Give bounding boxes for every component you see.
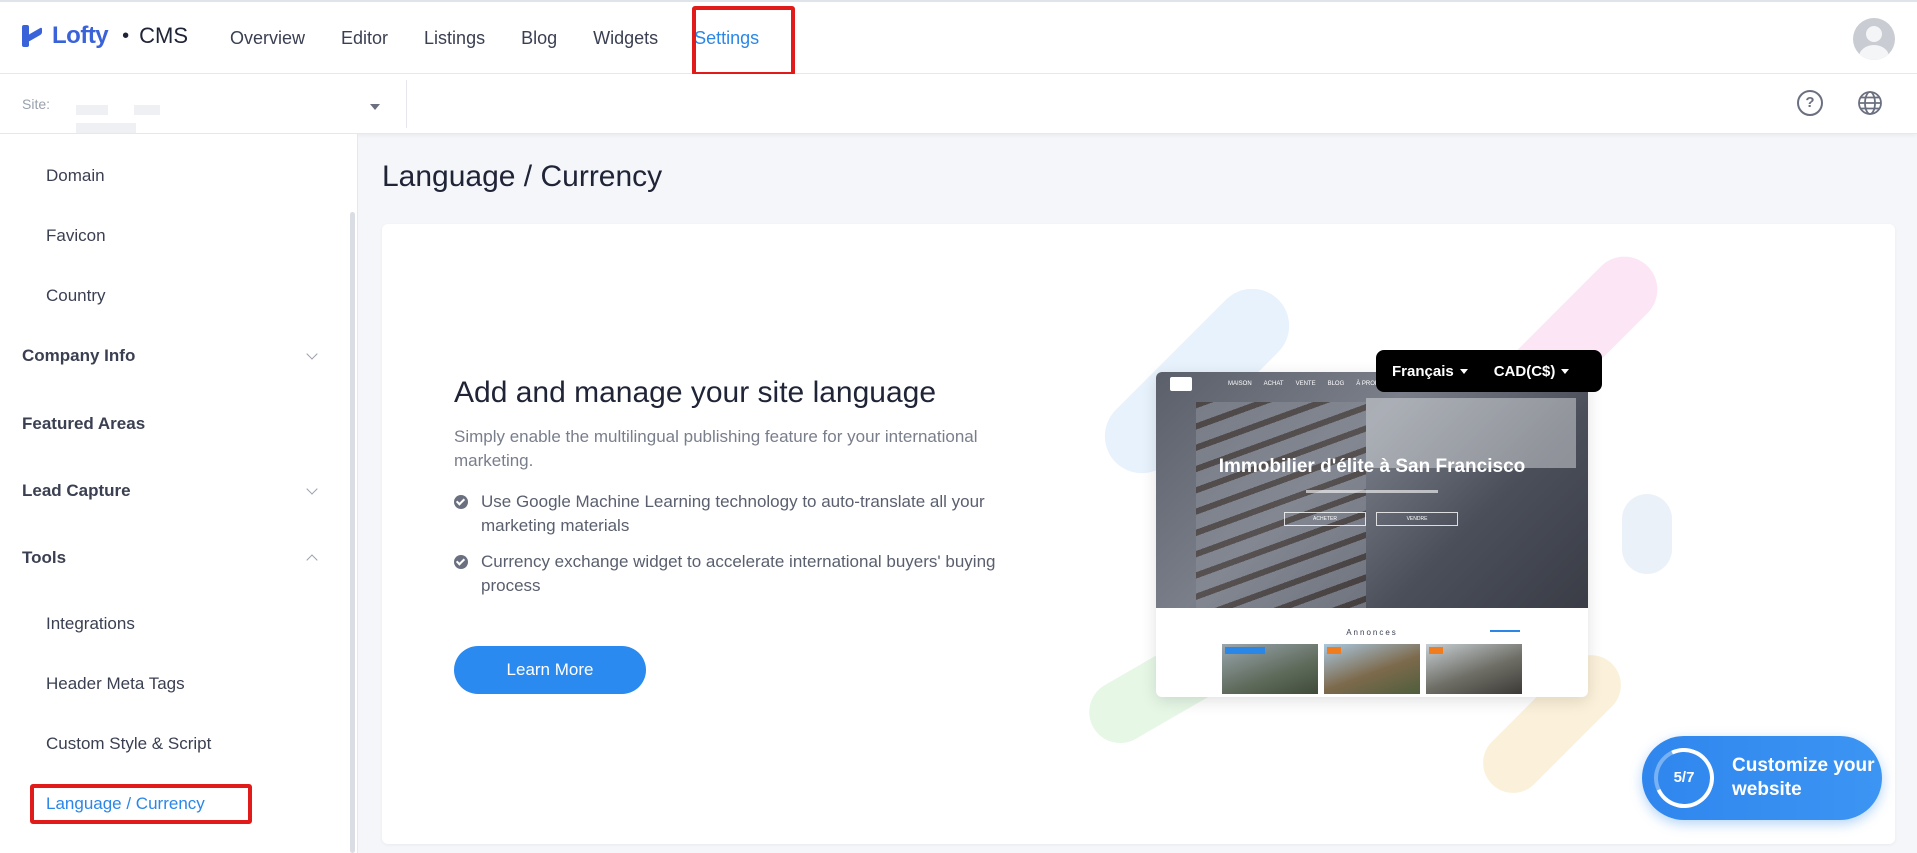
sidebar-item-domain[interactable]: Domain [46, 166, 105, 186]
learn-more-button[interactable]: Learn More [454, 646, 646, 694]
brand-name: Lofty [52, 22, 109, 49]
listing-tag [1429, 647, 1443, 654]
globe-icon[interactable] [1857, 90, 1883, 116]
language-currency-switcher: Français CAD(C$) [1376, 350, 1602, 392]
listing-tag [1327, 647, 1341, 654]
divider [406, 80, 407, 128]
customize-website-widget[interactable]: 5/7 Customize your website [1642, 736, 1882, 820]
site-select[interactable] [76, 102, 266, 133]
lofty-logo-icon [22, 23, 46, 49]
sidebar-item-custom-style-script[interactable]: Custom Style & Script [46, 734, 211, 754]
sidebar-item-integrations[interactable]: Integrations [46, 614, 135, 634]
currency-value: CAD(C$) [1493, 362, 1556, 380]
feature-bullet: Currency exchange widget to accelerate i… [454, 550, 1034, 598]
preview-nav-item: BLOG [1327, 381, 1345, 387]
widget-label: Customize your website [1732, 755, 1875, 800]
chevron-down-icon[interactable] [306, 483, 318, 495]
preview-buy-button: ACHETER [1284, 512, 1366, 526]
sidebar-group-company-info[interactable]: Company Info [22, 346, 135, 366]
progress-count: 5/7 [1673, 769, 1695, 786]
caret-down-icon [1459, 368, 1468, 374]
help-icon[interactable]: ? [1797, 90, 1823, 116]
nav-editor[interactable]: Editor [341, 28, 388, 49]
language-select: Français [1392, 363, 1468, 380]
sidebar-group-lead-capture[interactable]: Lead Capture [22, 481, 131, 501]
avatar[interactable] [1853, 18, 1895, 60]
check-circle-icon [454, 555, 468, 569]
chevron-up-icon[interactable] [306, 554, 318, 566]
sidebar-item-country[interactable]: Country [46, 286, 106, 306]
language-value: Français [1392, 362, 1454, 380]
sidebar-group-featured-areas[interactable]: Featured Areas [22, 414, 145, 434]
site-label: Site: [22, 96, 51, 112]
page-title: Language / Currency [382, 160, 663, 193]
nav-listings[interactable]: Listings [424, 28, 485, 49]
listing-photo [1324, 644, 1420, 694]
feature-bullet: Use Google Machine Learning technology t… [454, 490, 1034, 538]
caret-down-icon [1561, 368, 1570, 374]
settings-sidebar: Domain Favicon Country Company Info Feat… [0, 134, 358, 853]
listing-photo [1426, 644, 1522, 694]
bullet-text: Currency exchange widget to accelerate i… [481, 552, 996, 595]
preview-logo [1170, 377, 1192, 391]
nav-overview[interactable]: Overview [230, 28, 305, 49]
preview-nav-item: ACHAT [1263, 381, 1284, 387]
nav-blog[interactable]: Blog [521, 28, 557, 49]
decorative-shape [1622, 494, 1672, 574]
preview-link [1490, 630, 1520, 632]
check-circle-icon [454, 495, 468, 509]
card-heading: Add and manage your site language [454, 376, 937, 409]
preview-nav-item: VENTE [1295, 381, 1316, 387]
preview-hero-subtitle [1306, 490, 1438, 493]
card-description: Simply enable the multilingual publishin… [454, 427, 978, 470]
listing-photo [1222, 644, 1318, 694]
preview-section-title: Annonces [1346, 628, 1398, 637]
settings-highlight-box [692, 6, 795, 76]
chevron-down-icon[interactable] [306, 348, 318, 360]
sidebar-scrollbar[interactable] [350, 212, 355, 853]
preview-nav-item: MAISON [1228, 381, 1252, 387]
listing-tag [1225, 647, 1265, 654]
logo[interactable]: Lofty • CMS [22, 22, 188, 50]
preview-sell-button: VENDRE [1376, 512, 1458, 526]
language-currency-highlight-box [30, 784, 252, 824]
sidebar-item-header-meta-tags[interactable]: Header Meta Tags [46, 674, 185, 694]
sidebar-item-favicon[interactable]: Favicon [46, 226, 106, 246]
site-bar: Site: ? [0, 74, 1917, 134]
top-navbar: Lofty • CMS Overview Editor Listings Blo… [0, 0, 1917, 76]
website-preview-image: MAISON ACHAT VENTE BLOG À PROPOS DE Immo… [1156, 372, 1588, 697]
preview-hero-title: Immobilier d'élite à San Francisco [1218, 456, 1526, 477]
currency-select: CAD(C$) [1494, 363, 1570, 380]
brand-separator: • [122, 24, 130, 47]
nav-widgets[interactable]: Widgets [593, 28, 658, 49]
sidebar-group-tools[interactable]: Tools [22, 548, 66, 568]
product-name: CMS [139, 23, 189, 48]
bullet-text: Use Google Machine Learning technology t… [481, 492, 985, 535]
caret-down-icon[interactable] [370, 104, 380, 110]
